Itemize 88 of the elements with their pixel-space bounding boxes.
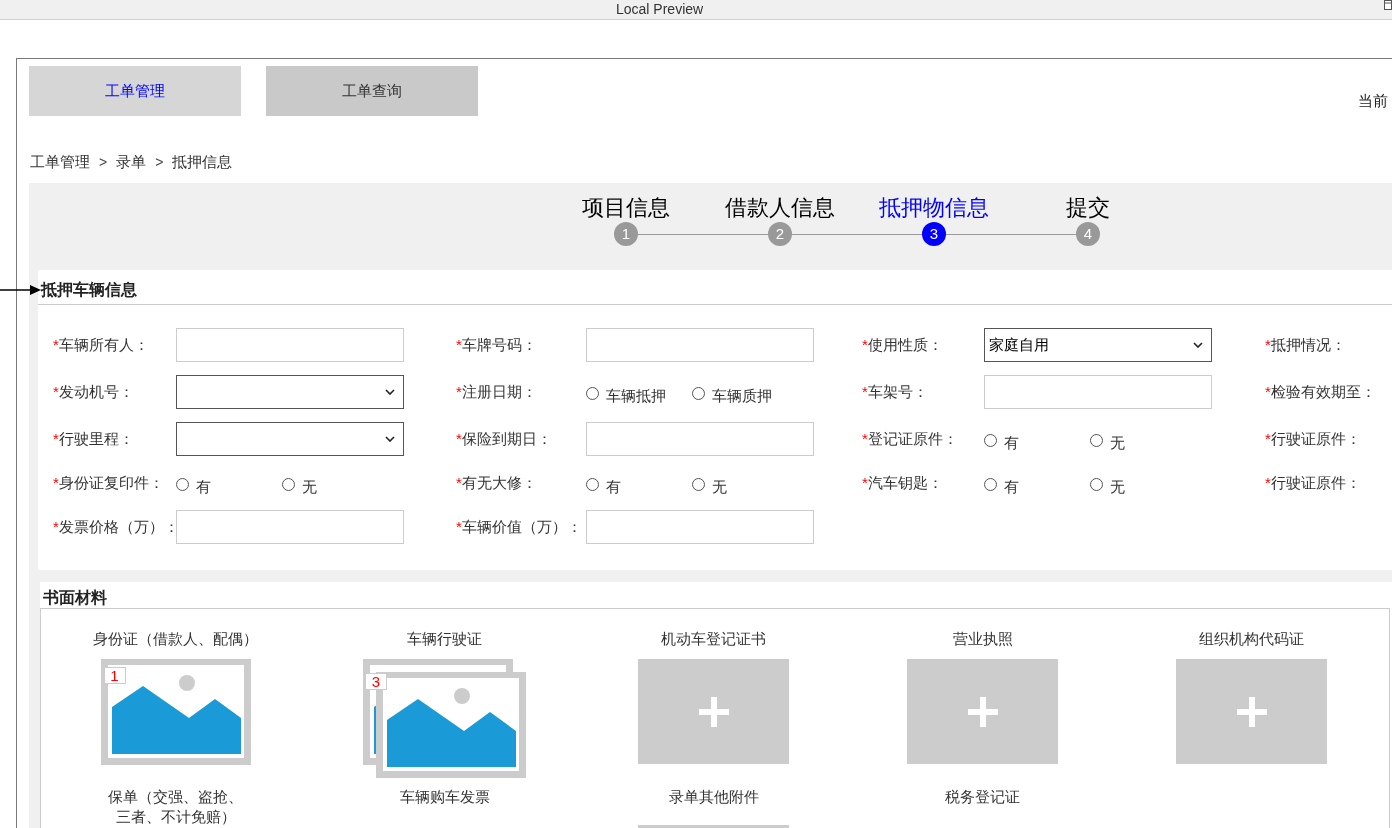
field-label: *行驶里程： [53, 430, 134, 447]
radio-button[interactable] [176, 478, 189, 491]
material-label: 车辆购车发票 [399, 787, 490, 807]
radio-button[interactable] [282, 478, 295, 491]
window-icon[interactable] [1384, 0, 1392, 10]
add-tile[interactable] [638, 825, 789, 828]
radio-button[interactable] [984, 478, 997, 491]
breadcrumb-link[interactable]: 录单 [116, 152, 147, 172]
field-label: *登记证原件： [862, 430, 958, 447]
step-number[interactable]: 3 [922, 222, 946, 246]
material-label: 组织机构代码证 [1199, 629, 1304, 649]
plus-icon [967, 696, 998, 727]
field-label: *车牌号码： [456, 336, 537, 353]
radio-option[interactable]: 无 [1090, 469, 1125, 497]
text-input[interactable] [586, 422, 814, 456]
plus-icon [1236, 696, 1267, 727]
radio-button[interactable] [586, 387, 599, 400]
field-label: *检验有效期至： [1265, 383, 1376, 400]
material-label: 身份证（借款人、配偶） [93, 629, 258, 649]
field-label: *发动机号： [53, 383, 134, 400]
add-tile[interactable] [638, 659, 789, 764]
chevron-down-icon [385, 436, 395, 442]
add-tile[interactable] [1176, 659, 1327, 764]
text-input[interactable] [984, 375, 1212, 409]
material-label: 车辆行驶证 [407, 629, 482, 649]
field-label: *身份证复印件： [53, 474, 164, 491]
breadcrumb-separator: > [155, 153, 164, 172]
material-label: 机动车登记证书 [661, 629, 766, 649]
field-label: *汽车钥匙： [862, 474, 943, 491]
text-input[interactable] [176, 510, 404, 544]
text-input[interactable] [176, 328, 404, 362]
material-label: 保单（交强、盗抢、三者、不计免赔） [107, 787, 244, 827]
radio-option[interactable]: 车辆抵押 [586, 378, 666, 406]
breadcrumb-separator: > [99, 153, 108, 172]
select-field[interactable] [176, 375, 404, 409]
step-label[interactable]: 提交 [1066, 194, 1110, 222]
field-label: *行驶证原件： [1265, 430, 1361, 447]
breadcrumb-link[interactable]: 工单管理 [30, 152, 90, 172]
radio-option[interactable]: 有 [984, 469, 1019, 497]
step-label[interactable]: 借款人信息 [725, 194, 835, 222]
field-label: *有无大修： [456, 474, 537, 491]
step-label[interactable]: 抵押物信息 [879, 194, 989, 222]
radio-button[interactable] [984, 434, 997, 447]
field-label: *发票价格（万）： [53, 518, 179, 535]
plus-icon [698, 696, 729, 727]
add-tile[interactable] [907, 659, 1058, 764]
field-label: *车架号： [862, 383, 928, 400]
field-label: *车辆价值（万）： [456, 518, 582, 535]
section-title: 抵押车辆信息 [41, 280, 137, 300]
chevron-down-icon [1193, 342, 1203, 348]
radio-button[interactable] [1090, 434, 1103, 447]
chevron-down-icon [385, 389, 395, 395]
field-label: *车辆所有人： [53, 336, 149, 353]
field-label: *注册日期： [456, 383, 537, 400]
section-title: 书面材料 [43, 588, 107, 608]
radio-option[interactable]: 无 [282, 469, 317, 497]
radio-button[interactable] [692, 478, 705, 491]
header-text: 当前 [1358, 91, 1388, 111]
material-label: 税务登记证 [945, 787, 1020, 807]
arrow-icon [0, 284, 41, 296]
radio-button[interactable] [1090, 478, 1103, 491]
tab[interactable]: 工单管理 [29, 66, 241, 116]
text-input[interactable] [586, 510, 814, 544]
field-label: *保险到期日： [456, 430, 552, 447]
image-stack-icon[interactable] [363, 659, 526, 778]
radio-option[interactable]: 无 [1090, 425, 1125, 453]
material-label: 录单其他附件 [668, 787, 759, 807]
text-input[interactable] [586, 328, 814, 362]
step-label[interactable]: 项目信息 [582, 194, 670, 222]
select-field[interactable]: 家庭自用 [984, 328, 1212, 362]
count-badge: 3 [365, 673, 387, 690]
select-field[interactable] [176, 422, 404, 456]
radio-option[interactable]: 有 [176, 469, 211, 497]
radio-button[interactable] [586, 478, 599, 491]
radio-button[interactable] [692, 387, 705, 400]
radio-option[interactable]: 有 [586, 469, 621, 497]
tab[interactable]: 工单查询 [266, 66, 478, 116]
count-badge: 1 [103, 667, 126, 684]
field-label: *行驶证原件： [1265, 474, 1361, 491]
radio-option[interactable]: 有 [984, 425, 1019, 453]
image-icon[interactable] [100, 659, 251, 765]
breadcrumb-link[interactable]: 抵押信息 [172, 152, 233, 172]
field-label: *抵押情况： [1265, 336, 1346, 353]
radio-option[interactable]: 车辆质押 [692, 378, 772, 406]
material-label: 营业执照 [952, 629, 1013, 649]
window-title: Local Preview [616, 0, 704, 18]
radio-option[interactable]: 无 [692, 469, 727, 497]
field-label: *使用性质： [862, 336, 943, 353]
